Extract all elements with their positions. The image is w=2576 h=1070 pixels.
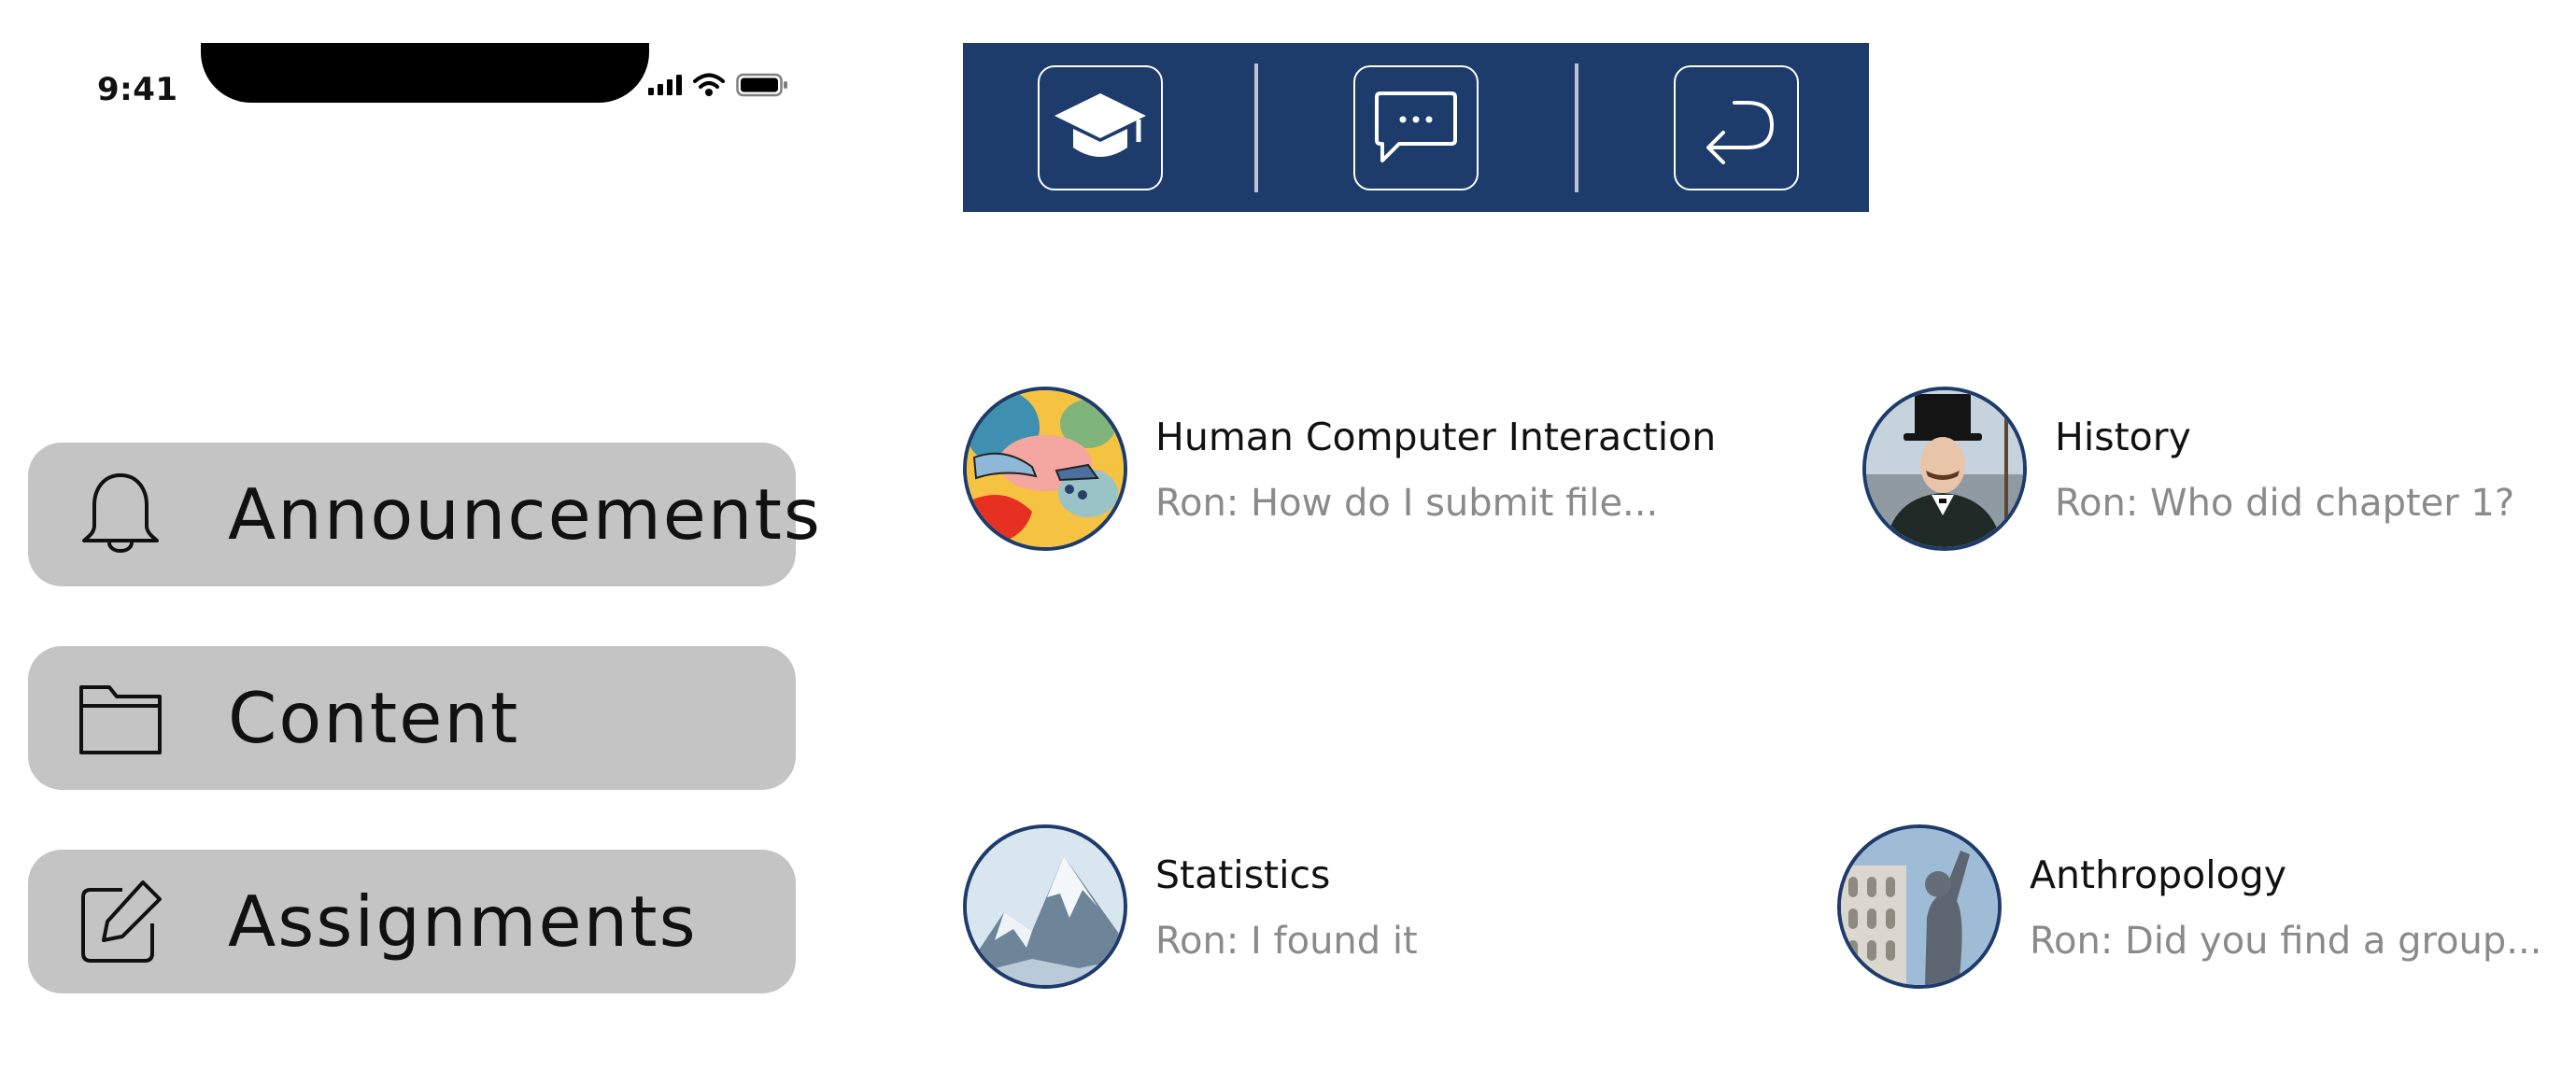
chat-item-statistics[interactable]: Statistics Ron: I found it bbox=[963, 824, 1418, 989]
artwork-hands-avatar bbox=[963, 387, 1127, 551]
top-toolbar bbox=[963, 43, 1869, 212]
chat-preview: Ron: I found it bbox=[1155, 920, 1418, 963]
chat-item-history[interactable]: History Ron: Who did chapter 1? bbox=[1862, 387, 2514, 551]
back-button[interactable] bbox=[1674, 65, 1799, 190]
top-hat-man-avatar bbox=[1862, 387, 2027, 551]
chat-preview: Ron: How do I submit file... bbox=[1155, 482, 1659, 525]
statue-avatar bbox=[1837, 824, 2002, 989]
assignments-label: Assignments bbox=[228, 880, 698, 963]
chat-preview: Ron: Did you find a group... bbox=[2030, 920, 2542, 963]
graduation-cap-icon bbox=[1054, 93, 1146, 157]
status-time: 9:41 bbox=[97, 71, 178, 108]
announcements-label: Announcements bbox=[228, 473, 822, 556]
assignments-button[interactable]: Assignments bbox=[28, 850, 796, 993]
chat-preview: Ron: Who did chapter 1? bbox=[2055, 482, 2515, 525]
chat-title: Statistics bbox=[1155, 852, 1331, 897]
content-label: Content bbox=[228, 677, 520, 759]
announcements-button[interactable]: Announcements bbox=[28, 443, 820, 586]
toolbar-separator bbox=[1254, 63, 1258, 192]
chat-title: Human Computer Interaction bbox=[1155, 415, 1717, 459]
content-button[interactable]: Content bbox=[28, 646, 796, 790]
chat-item-anthropology[interactable]: Anthropology Ron: Did you find a group..… bbox=[1837, 824, 2541, 989]
status-icons bbox=[648, 73, 788, 97]
bell-icon bbox=[69, 463, 172, 566]
signal-icon bbox=[648, 75, 682, 95]
messages-button[interactable] bbox=[1353, 65, 1479, 190]
courses-button[interactable] bbox=[1038, 65, 1163, 190]
phone-notch bbox=[201, 43, 649, 103]
chat-bubble-icon bbox=[1375, 92, 1457, 162]
toolbar-separator bbox=[1575, 63, 1578, 192]
wifi-icon bbox=[693, 73, 725, 96]
chat-title: Anthropology bbox=[2030, 852, 2287, 897]
return-arrow-icon bbox=[1706, 101, 1775, 164]
battery-icon bbox=[736, 73, 787, 97]
folder-icon bbox=[69, 667, 172, 769]
chat-item-human-computer-interaction[interactable]: Human Computer Interaction Ron: How do I… bbox=[963, 387, 1716, 551]
edit-icon bbox=[69, 870, 172, 973]
snowy-mountain-avatar bbox=[963, 824, 1127, 989]
chat-title: History bbox=[2055, 415, 2191, 459]
